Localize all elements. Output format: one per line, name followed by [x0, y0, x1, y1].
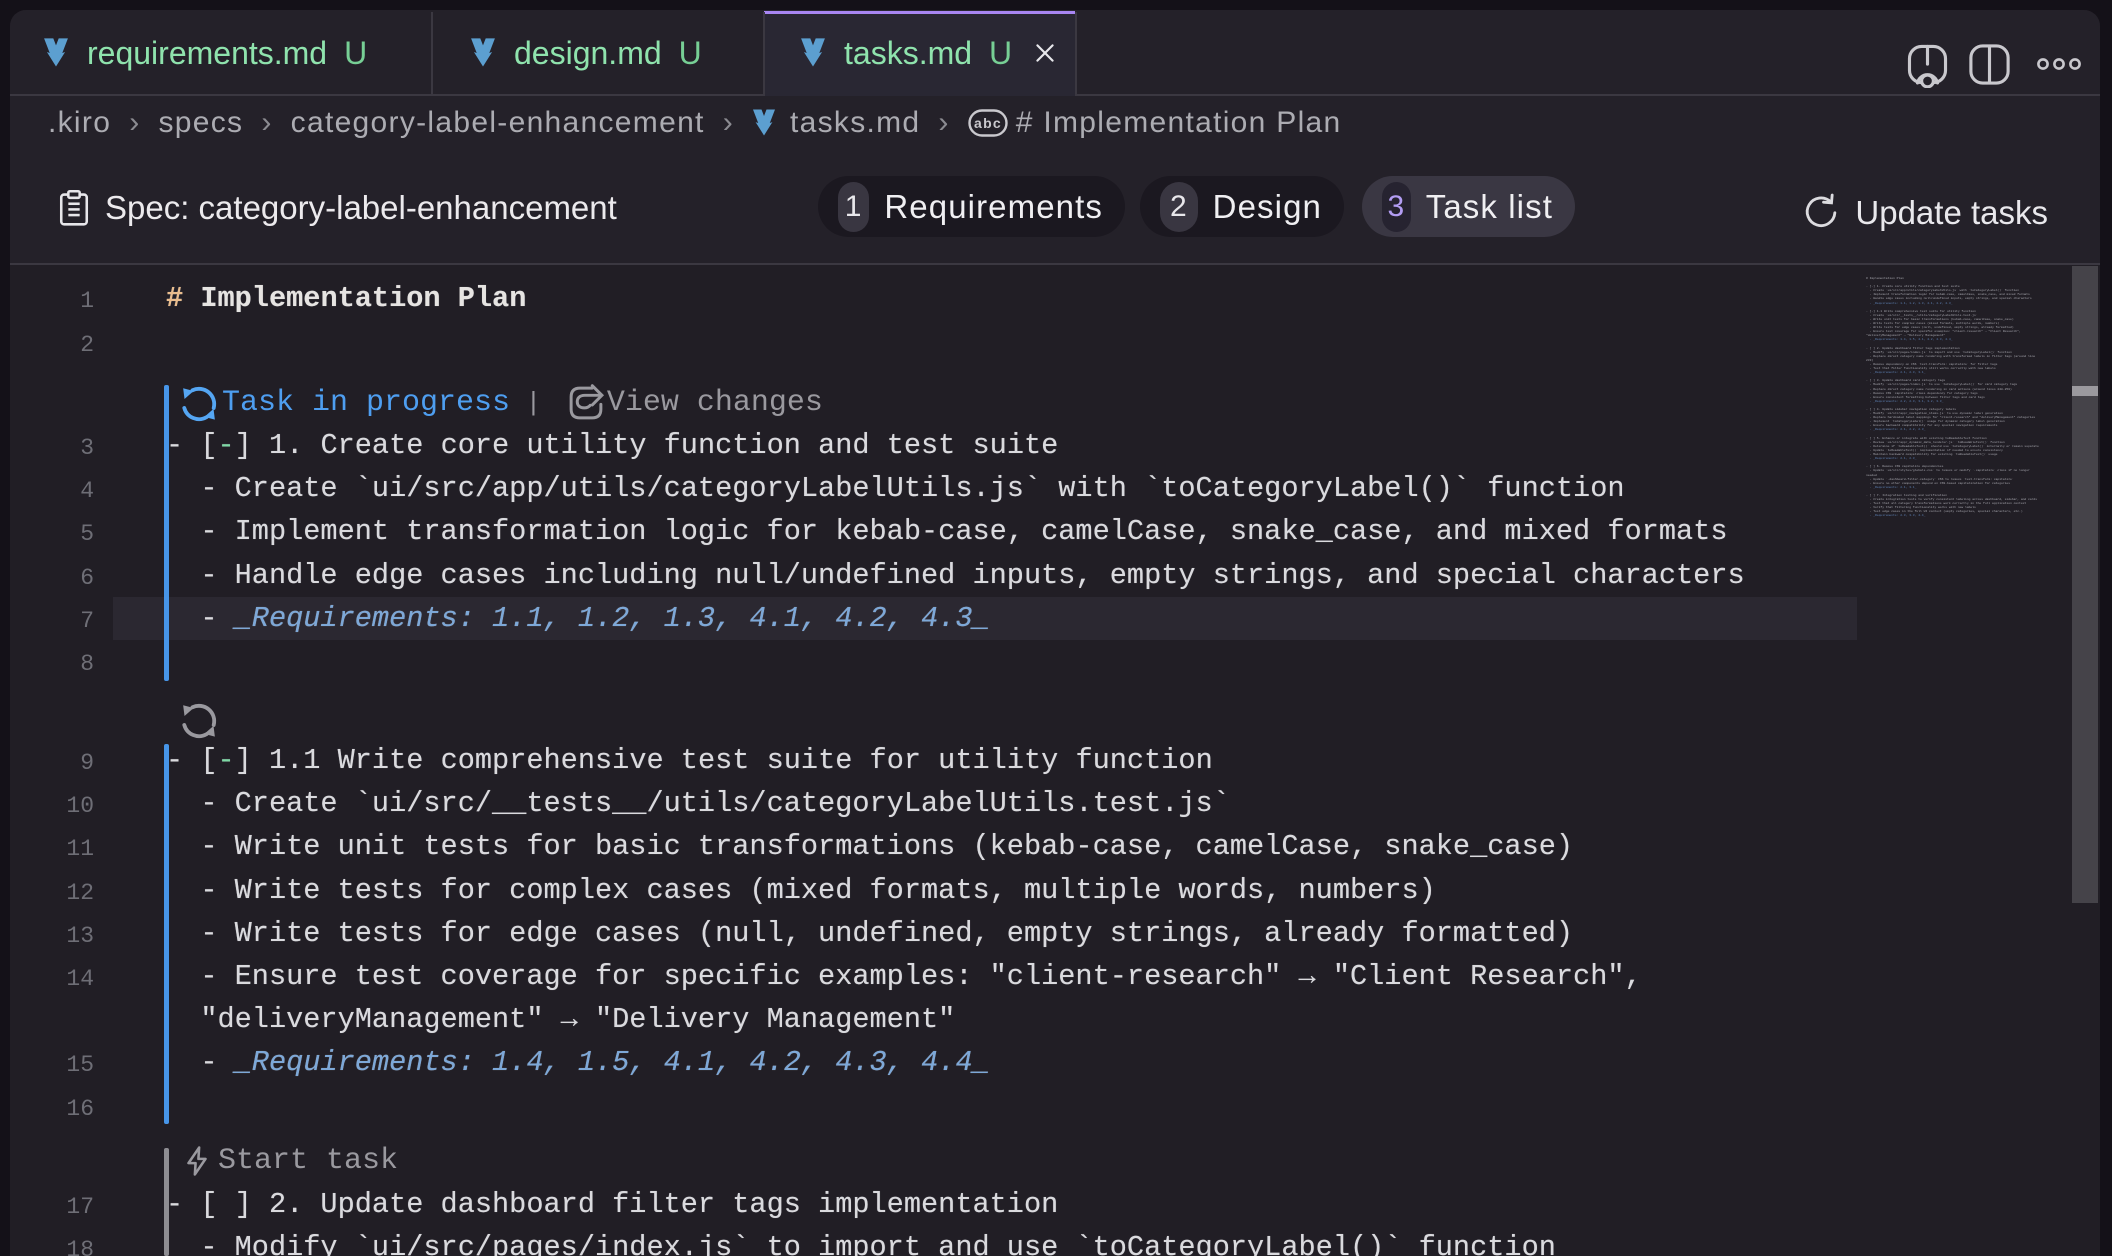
- svg-text:abc: abc: [974, 115, 1002, 131]
